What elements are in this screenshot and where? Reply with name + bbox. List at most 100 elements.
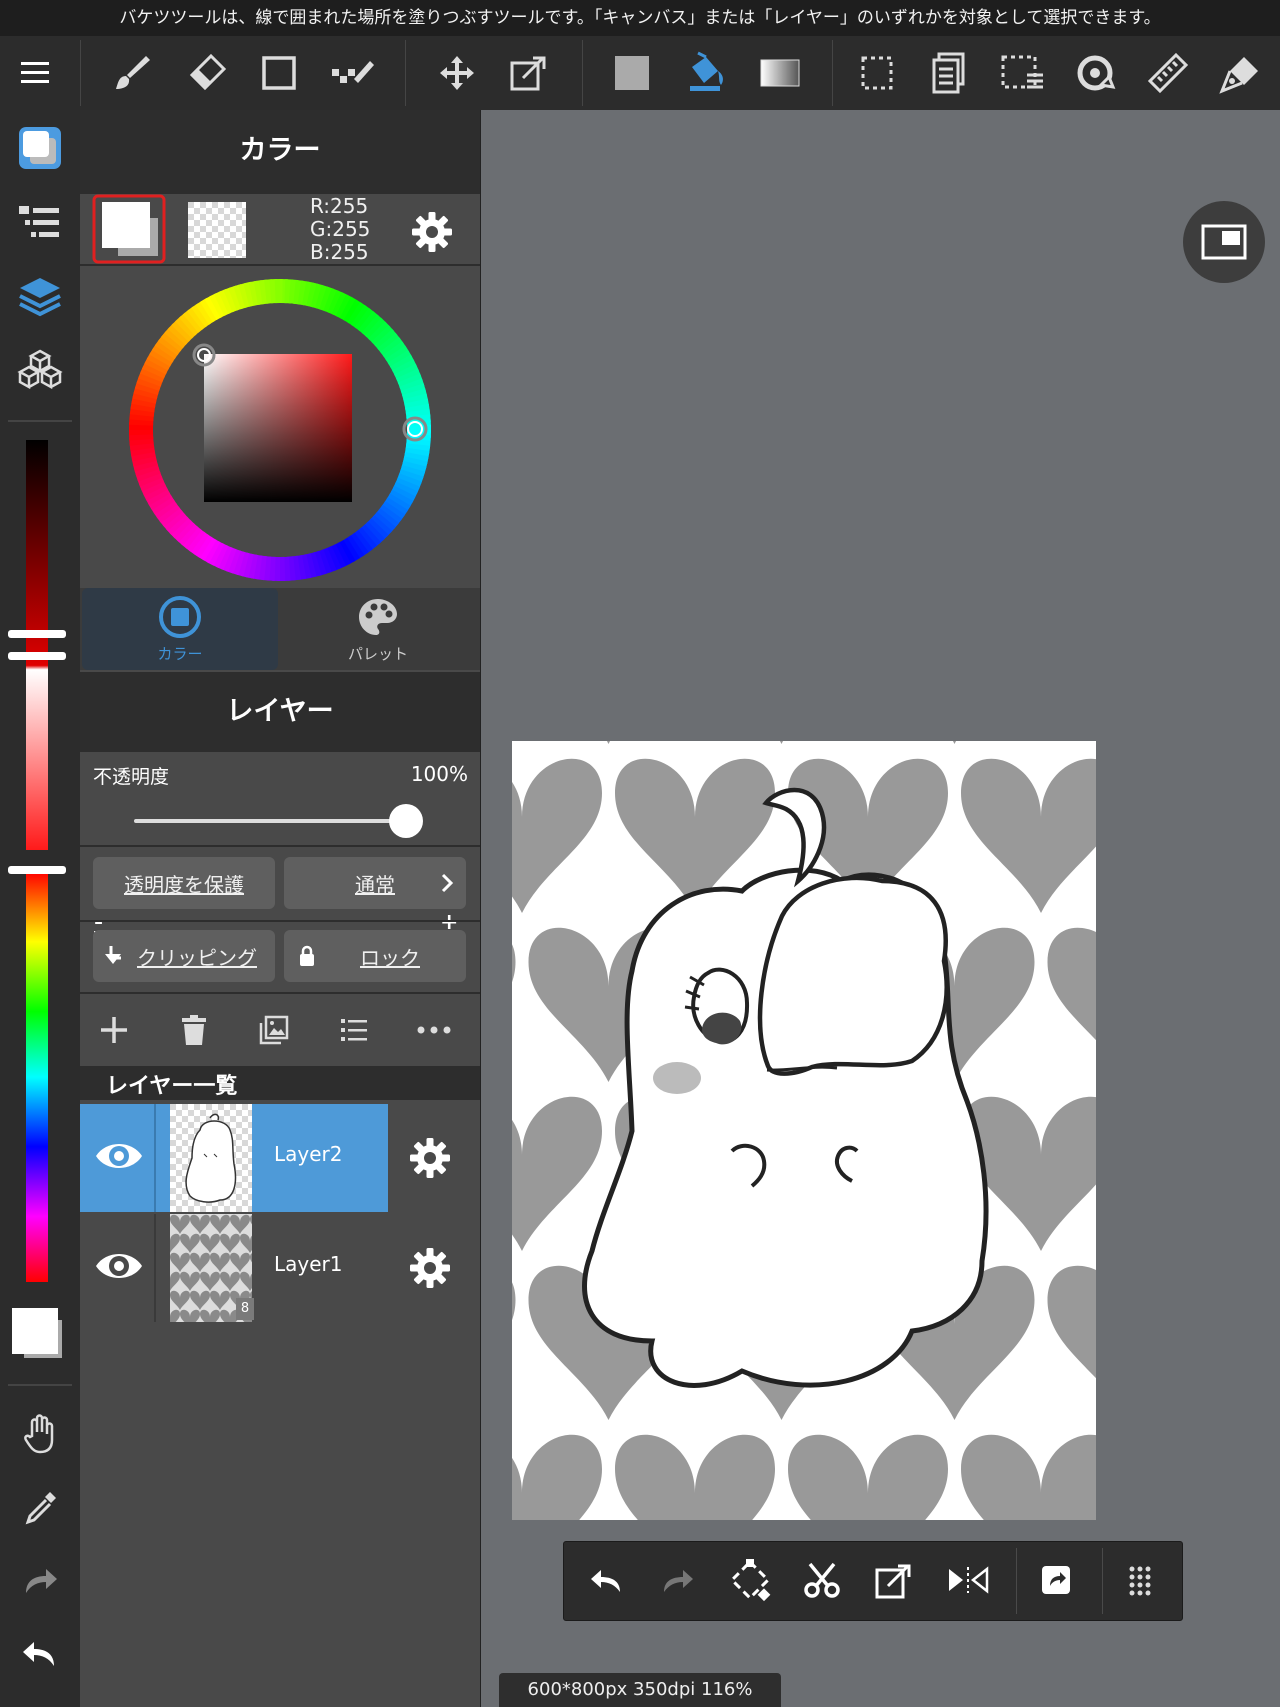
layer-gear-icon[interactable] xyxy=(408,1246,452,1290)
transform-icon[interactable] xyxy=(718,1548,782,1612)
saturation-handle[interactable] xyxy=(8,652,66,660)
window-icon xyxy=(1201,224,1247,260)
layer-badge: 8 xyxy=(236,1298,254,1320)
eyedropper-icon[interactable] xyxy=(8,1478,72,1538)
tab-color-label: カラー xyxy=(157,644,203,663)
rgb-r-value: R:255 xyxy=(310,194,369,218)
more-icon[interactable] xyxy=(412,1008,456,1052)
bar-divider xyxy=(1102,1548,1103,1614)
fill-color-icon[interactable] xyxy=(601,42,663,104)
brightness-handle[interactable] xyxy=(8,630,66,638)
bucket-icon[interactable] xyxy=(675,42,737,104)
layer-gear-icon[interactable] xyxy=(408,1136,452,1180)
redo-icon[interactable] xyxy=(8,1551,72,1611)
color-swatch-icon[interactable] xyxy=(10,1306,66,1362)
clipping-button[interactable]: クリッピング xyxy=(93,930,275,982)
layer-row[interactable]: Layer2 xyxy=(80,1104,480,1212)
main-toolbar xyxy=(0,36,1280,110)
eye-icon[interactable] xyxy=(94,1136,144,1176)
drawing-canvas[interactable] xyxy=(512,741,1096,1520)
left-rail xyxy=(0,110,80,1707)
opacity-label: 不透明度 xyxy=(93,766,170,788)
background-color-swatch[interactable] xyxy=(188,202,246,258)
trash-icon[interactable] xyxy=(172,1008,216,1052)
layer-name: Layer2 xyxy=(274,1142,343,1166)
color-panel-title: カラー xyxy=(80,110,480,192)
share-icon[interactable] xyxy=(1024,1548,1088,1612)
undo-icon[interactable] xyxy=(8,1624,72,1684)
gear-icon[interactable] xyxy=(410,210,454,254)
dot-icon[interactable] xyxy=(322,42,384,104)
shape-icon[interactable] xyxy=(248,42,310,104)
lock-button[interactable]: ロック xyxy=(284,930,466,982)
rotate-icon[interactable] xyxy=(1064,42,1126,104)
add-layer-icon[interactable] xyxy=(92,1008,136,1052)
tab-palette-label: パレット xyxy=(347,644,408,663)
blend-mode-button[interactable]: 通常 xyxy=(284,857,466,909)
lock-icon xyxy=(300,945,314,966)
tab-color[interactable]: カラー xyxy=(82,588,278,670)
layer-row-divider xyxy=(154,1104,156,1212)
flip-icon[interactable] xyxy=(936,1548,1000,1612)
brush-list-icon[interactable] xyxy=(8,194,72,254)
select-layer-icon[interactable] xyxy=(991,42,1053,104)
panel-divider xyxy=(80,920,480,922)
tab-palette[interactable]: パレット xyxy=(280,588,476,670)
layer-row-divider xyxy=(154,1214,156,1322)
toolbar-divider xyxy=(832,40,833,106)
protect-alpha-button[interactable]: 透明度を保護 xyxy=(93,857,275,909)
materials-icon[interactable] xyxy=(8,340,72,400)
hue-slider[interactable] xyxy=(26,872,48,1282)
eraser-icon[interactable] xyxy=(175,42,237,104)
grid-icon[interactable] xyxy=(1108,1548,1172,1612)
tip-bar: バケツツールは、線で囲まれた場所を塗りつぶすツールです。「キャンバス」または「レ… xyxy=(0,0,1280,36)
undo-icon[interactable] xyxy=(574,1548,638,1612)
transform-icon[interactable] xyxy=(498,42,560,104)
layer-list-icon[interactable] xyxy=(332,1008,376,1052)
layer-row[interactable]: 8 Layer1 xyxy=(80,1214,480,1322)
side-panel: カラー R:255 G:255 B:255 カラー パレット レイヤー 不透明度… xyxy=(80,110,481,1707)
layer-name: Layer1 xyxy=(274,1252,343,1276)
tool-tip-text: バケツツールは、線で囲まれた場所を塗りつぶすツールです。「キャンバス」または「レ… xyxy=(119,8,1161,28)
bar-divider xyxy=(1016,1548,1017,1614)
image-layer-icon[interactable] xyxy=(252,1008,296,1052)
export-icon[interactable] xyxy=(862,1548,926,1612)
ruler-icon[interactable] xyxy=(1137,42,1199,104)
gradient-icon[interactable] xyxy=(749,42,811,104)
layer-action-bar xyxy=(80,998,480,1062)
hue-handle[interactable] xyxy=(8,866,66,874)
layer-panel-title: レイヤー xyxy=(80,672,480,752)
rail-divider xyxy=(8,1384,72,1386)
palette-icon xyxy=(359,598,397,635)
opacity-slider-knob[interactable] xyxy=(389,804,423,838)
brush-icon[interactable] xyxy=(101,42,163,104)
redo-icon[interactable] xyxy=(646,1548,710,1612)
toolbar-divider xyxy=(582,40,583,106)
eye-icon[interactable] xyxy=(94,1246,144,1286)
menu-icon[interactable] xyxy=(6,42,68,104)
opacity-slider-track[interactable] xyxy=(134,819,406,823)
cut-icon[interactable] xyxy=(790,1548,854,1612)
chevron-right-icon xyxy=(441,873,454,893)
panel-divider xyxy=(80,264,480,266)
move-icon[interactable] xyxy=(426,42,488,104)
view-toggle-button[interactable] xyxy=(1183,201,1265,283)
selection-icon[interactable] xyxy=(846,42,908,104)
foreground-color-swatch[interactable] xyxy=(92,194,166,264)
panel-divider xyxy=(80,845,480,847)
brightness-slider[interactable] xyxy=(26,440,48,850)
color-panel-icon[interactable] xyxy=(8,118,72,178)
toolbar-divider xyxy=(405,40,406,106)
clipping-icon xyxy=(105,946,121,964)
toolbar-divider xyxy=(80,40,81,106)
hand-icon[interactable] xyxy=(8,1404,72,1464)
layer-thumbnail xyxy=(170,1104,252,1212)
layers-icon[interactable] xyxy=(8,267,72,327)
lock-label: ロック xyxy=(360,945,420,970)
pen-icon[interactable] xyxy=(1210,42,1272,104)
rgb-b-value: B:255 xyxy=(310,240,369,264)
canvas-action-bar xyxy=(563,1541,1183,1621)
copy-icon[interactable] xyxy=(918,42,980,104)
color-wheel[interactable] xyxy=(129,279,431,581)
layer-list-header: レイヤー一覧 xyxy=(80,1066,480,1100)
